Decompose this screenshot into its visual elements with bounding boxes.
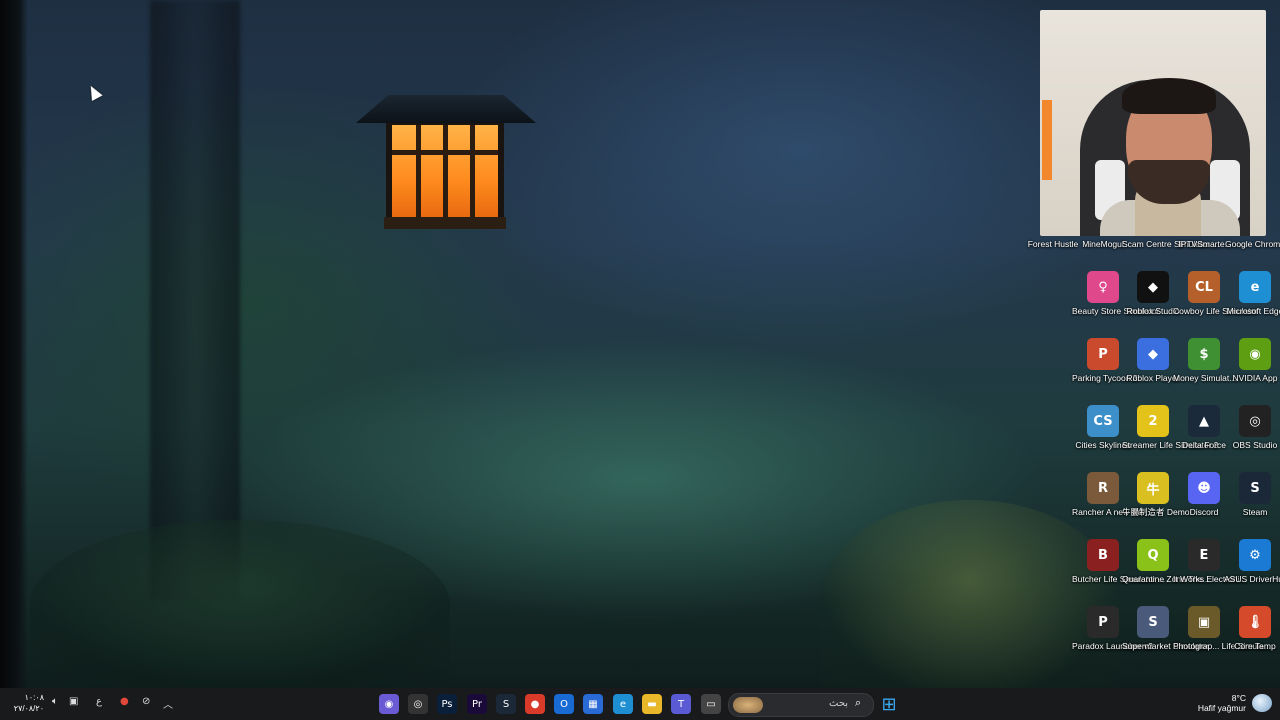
parking-tycoon-icon: P bbox=[1087, 338, 1119, 370]
desktop-shortcut[interactable]: 🌡 Core Temp bbox=[1230, 606, 1280, 651]
desktop-shortcut-label: OBS Studio bbox=[1232, 440, 1278, 450]
rancher-icon: R bbox=[1087, 472, 1119, 504]
desktop-shortcut-label: Steam bbox=[1242, 507, 1268, 517]
obs-taskbar-icon[interactable]: ◎ bbox=[408, 694, 428, 714]
desktop-shortcut[interactable]: ◆ Roblox Studio bbox=[1127, 271, 1179, 316]
outlook-icon[interactable]: O bbox=[554, 694, 574, 714]
teams-icon[interactable]: T bbox=[671, 694, 691, 714]
desktop-shortcut[interactable]: B Butcher Life Simulator ... bbox=[1072, 539, 1165, 584]
clock-date: ٢٧/٠٨/٢٠ bbox=[13, 704, 44, 713]
nvidia-icon: ◉ bbox=[1239, 338, 1271, 370]
search-icon: ⌕ bbox=[855, 697, 862, 709]
edge-taskbar-icon[interactable]: e bbox=[613, 694, 633, 714]
desktop-shortcut-label: Google Chrome bbox=[1224, 239, 1280, 249]
quarantine-zone-icon: Q bbox=[1137, 539, 1169, 571]
taskbar-search[interactable]: بحث ⌕ bbox=[728, 693, 874, 717]
streamer-life-icon: 2 bbox=[1137, 405, 1169, 437]
desktop-shortcut[interactable]: IPTVSmarte... bbox=[1178, 239, 1231, 249]
volume-icon[interactable]: 🔈︎ bbox=[52, 696, 58, 707]
desktop-shortcut[interactable]: 牛牛腸制造者 Demo bbox=[1122, 472, 1190, 517]
premiere-icon[interactable]: Pr bbox=[467, 694, 487, 714]
steam-icon: S bbox=[1239, 472, 1271, 504]
search-placeholder: بحث bbox=[829, 698, 849, 709]
asus-driverhub-icon: ⚙ bbox=[1239, 539, 1271, 571]
webcam-overlay bbox=[1040, 10, 1266, 236]
sausage-maker-icon: 牛 bbox=[1137, 472, 1169, 504]
desktop-shortcut-label: Core Temp bbox=[1234, 641, 1276, 651]
roblox-player-icon: ◆ bbox=[1137, 338, 1169, 370]
desktop-shortcut[interactable]: ◉ NVIDIA App bbox=[1230, 338, 1280, 383]
network-icon[interactable]: ▣ bbox=[69, 696, 78, 707]
copilot-icon[interactable]: ◉ bbox=[379, 694, 399, 714]
desktop-shortcut[interactable]: e Microsoft Edge bbox=[1227, 271, 1280, 316]
cities-skylines-icon: CS bbox=[1087, 405, 1119, 437]
supermarket-icon: S bbox=[1137, 606, 1169, 638]
core-temp-icon: 🌡 bbox=[1239, 606, 1271, 638]
search-highlight-image bbox=[733, 697, 763, 713]
task-view-icon[interactable]: ▭ bbox=[701, 694, 721, 714]
wallpaper-tree-trunk bbox=[150, 0, 240, 600]
butcher-life-icon: B bbox=[1087, 539, 1119, 571]
edge-icon: e bbox=[1239, 271, 1271, 303]
store-icon[interactable]: ▦ bbox=[583, 694, 603, 714]
wallpaper-lantern bbox=[356, 95, 536, 235]
desktop-shortcut[interactable]: P Paradox Launcher v2 bbox=[1072, 606, 1153, 651]
desktop-shortcut[interactable]: Forest Hustle bbox=[1028, 239, 1079, 249]
desktop-shortcut[interactable]: Q Quarantine Zone The... bbox=[1122, 539, 1210, 584]
desktop-shortcut[interactable]: Google Chrome bbox=[1225, 239, 1280, 249]
desktop-shortcut[interactable]: P Parking Tycoon 2 bbox=[1072, 338, 1138, 383]
chrome-icon[interactable]: ● bbox=[525, 694, 545, 714]
money-simulator-icon: $ bbox=[1188, 338, 1220, 370]
steam-taskbar-icon[interactable]: S bbox=[496, 694, 516, 714]
weather-desc: Hafif yağmur bbox=[1197, 703, 1246, 713]
taskbar-clock[interactable]: ١٠:٠٨ ٢٧/٠٨/٢٠ bbox=[8, 692, 44, 714]
photographer-life-icon: ▣ bbox=[1188, 606, 1220, 638]
obs-icon: ◎ bbox=[1239, 405, 1271, 437]
paradox-launcher-icon: P bbox=[1087, 606, 1119, 638]
cowboy-life-icon: CL bbox=[1188, 271, 1220, 303]
delta-force-icon: ▲ bbox=[1188, 405, 1220, 437]
start-button-icon[interactable]: ⊞ bbox=[879, 694, 899, 715]
weather-rain-icon bbox=[1252, 694, 1272, 712]
discord-icon: ☻ bbox=[1188, 472, 1220, 504]
desktop-shortcut[interactable]: MineMogul bbox=[1078, 239, 1128, 249]
desktop-shortcut[interactable]: Scam Centre Simulator ... bbox=[1122, 239, 1219, 249]
tray-chevron-up-icon[interactable]: ︿ bbox=[163, 696, 173, 711]
beauty-store-icon: ♀ bbox=[1087, 271, 1119, 303]
desktop-shortcut-label: NVIDIA App bbox=[1232, 373, 1278, 383]
desktop-shortcut-label: ASUS DriverHub bbox=[1224, 574, 1280, 584]
desktop-shortcut[interactable]: ◎ OBS Studio bbox=[1230, 405, 1280, 450]
desktop-shortcut[interactable]: S Steam bbox=[1230, 472, 1280, 517]
desktop-shortcut[interactable]: R Rancher A new life ... bbox=[1072, 472, 1152, 517]
microphone-icon[interactable]: ● bbox=[120, 696, 129, 707]
roblox-studio-icon: ◆ bbox=[1137, 271, 1169, 303]
desktop-shortcut[interactable]: S Supermarket Simulator bbox=[1122, 606, 1209, 651]
desktop-shortcut[interactable]: ▲ Delta Force bbox=[1179, 405, 1229, 450]
desktop-shortcut-label: Microsoft Edge bbox=[1226, 306, 1280, 316]
desktop-shortcut[interactable]: ⚙ ASUS DriverHub bbox=[1224, 539, 1280, 584]
weather-temp: 8°C bbox=[1231, 693, 1246, 703]
mouse-cursor-icon bbox=[85, 83, 103, 101]
it-works-icon: E bbox=[1188, 539, 1220, 571]
clock-time: ١٠:٠٨ bbox=[24, 693, 44, 702]
desktop-shortcut[interactable]: 2 Streamer Life Simulator 2 bbox=[1122, 405, 1218, 450]
wallpaper-bush-left bbox=[30, 520, 450, 688]
desktop-wallpaper: Forest Hustle MineMogul Scam Centre Simula… bbox=[0, 0, 1280, 688]
taskbar: ١٠:٠٨ ٢٧/٠٨/٢٠ 🔈︎ ▣ ع ● ⊘ ︿ ◉ ◎ Ps Pr S ● O ▦ e ▬… bbox=[0, 688, 1280, 720]
desktop-shortcut[interactable]: $ Money Simulat... bbox=[1173, 338, 1236, 383]
file-explorer-icon[interactable]: ▬ bbox=[642, 694, 662, 714]
photoshop-icon[interactable]: Ps bbox=[437, 694, 457, 714]
desktop-shortcut[interactable]: CS Cities Skylines bbox=[1075, 405, 1131, 450]
speaker-muted-icon[interactable]: ⊘ bbox=[142, 696, 150, 707]
desktop-shortcut[interactable]: ♀ Beauty Store Simulator ... bbox=[1072, 271, 1169, 316]
language-indicator[interactable]: ع bbox=[96, 696, 102, 707]
desktop-shortcut[interactable]: CL Cowboy Life Simulator bbox=[1173, 271, 1258, 316]
desktop-shortcut[interactable]: E It Works Electroni... bbox=[1173, 539, 1247, 584]
desktop-shortcut[interactable]: ☻ Discord bbox=[1179, 472, 1229, 517]
desktop-shortcut[interactable]: ▣ Photograp... Life Simula... bbox=[1173, 606, 1271, 651]
wallpaper-left-shadow bbox=[0, 0, 28, 688]
weather-widget[interactable]: 8°C Hafif yağmur bbox=[1196, 693, 1246, 713]
desktop-shortcut[interactable]: ◆ Roblox Player bbox=[1127, 338, 1179, 383]
wallpaper-bush-right bbox=[820, 500, 1120, 688]
